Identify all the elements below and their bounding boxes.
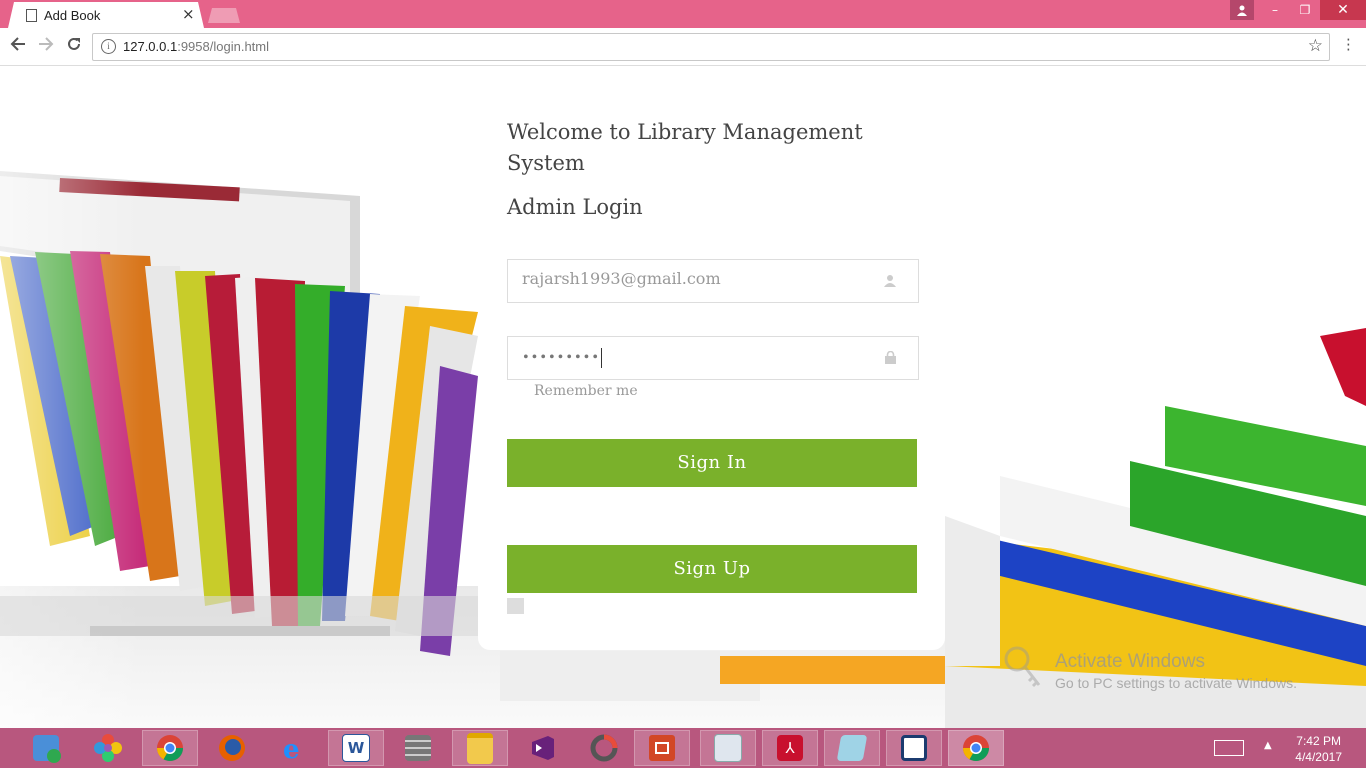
login-card: Welcome to Library Management System Adm… bbox=[478, 89, 945, 650]
browser-titlebar: Add Book × – ❐ ✕ bbox=[0, 0, 1366, 28]
key-icon bbox=[1004, 646, 1041, 688]
info-icon[interactable]: i bbox=[101, 39, 116, 54]
welcome-heading: Welcome to Library Management System bbox=[507, 120, 863, 175]
svg-text:e: e bbox=[283, 735, 300, 762]
browser-toolbar: i 127.0.0.1:9958/login.html ☆ · · · bbox=[0, 28, 1366, 66]
window-controls: – ❐ ✕ bbox=[1230, 0, 1366, 20]
system-clock[interactable]: 7:42 PM 4/4/2017 bbox=[1295, 733, 1342, 765]
powerpoint-icon[interactable] bbox=[634, 730, 690, 766]
close-button[interactable]: ✕ bbox=[1320, 0, 1366, 20]
clock-time: 7:42 PM bbox=[1296, 734, 1341, 748]
internet-explorer-icon[interactable]: e bbox=[266, 730, 322, 766]
url-host: 127.0.0.1 bbox=[123, 39, 178, 54]
chrome-active-icon[interactable] bbox=[948, 730, 1004, 766]
taskbar: e W ⅄ ▲ 7:42 PM 4/4/2017 bbox=[0, 728, 1366, 768]
password-value: ••••••••• bbox=[522, 348, 603, 368]
activate-title: Activate Windows bbox=[1055, 651, 1205, 672]
sign-in-button[interactable]: Sign In bbox=[507, 439, 917, 487]
url-text: 127.0.0.1:9958/login.html bbox=[123, 39, 269, 54]
remember-me-label[interactable]: Remember me bbox=[534, 383, 638, 399]
acrobat-icon[interactable]: ⅄ bbox=[762, 730, 818, 766]
recorder-icon[interactable] bbox=[576, 730, 632, 766]
tab-title: Add Book bbox=[44, 8, 101, 23]
visual-studio-icon[interactable] bbox=[514, 730, 570, 766]
clock-date: 4/4/2017 bbox=[1295, 750, 1342, 764]
keyboard-icon[interactable] bbox=[1214, 740, 1244, 756]
menu-dots-icon[interactable]: · · · bbox=[1346, 33, 1351, 58]
lock-icon bbox=[885, 350, 896, 368]
word-icon[interactable]: W bbox=[328, 730, 384, 766]
file-explorer-icon[interactable] bbox=[452, 730, 508, 766]
app-icon[interactable] bbox=[886, 730, 942, 766]
sign-up-button[interactable]: Sign Up bbox=[507, 545, 917, 593]
tab-close-icon[interactable]: × bbox=[182, 5, 195, 23]
media-player-icon[interactable] bbox=[18, 730, 74, 766]
admin-login-title: Admin Login bbox=[507, 195, 643, 219]
browser-tab[interactable]: Add Book × bbox=[8, 2, 204, 28]
activate-subtitle: Go to PC settings to activate Windows. bbox=[1055, 675, 1297, 691]
firewall-icon[interactable] bbox=[390, 730, 446, 766]
forward-arrow-icon[interactable] bbox=[38, 36, 54, 57]
page-icon bbox=[26, 9, 37, 22]
address-bar[interactable]: i 127.0.0.1:9958/login.html ☆ bbox=[92, 33, 1330, 61]
user-icon[interactable] bbox=[1230, 0, 1254, 20]
photos-icon[interactable] bbox=[80, 730, 136, 766]
password-field[interactable]: ••••••••• bbox=[507, 336, 919, 380]
password-dots: ••••••••• bbox=[522, 350, 601, 366]
activate-windows-watermark: Activate Windows Go to PC settings to ac… bbox=[1055, 651, 1297, 691]
notepad-icon[interactable] bbox=[824, 730, 880, 766]
small-checkbox[interactable] bbox=[507, 598, 524, 614]
email-value: rajarsh1993@gmail.com bbox=[522, 269, 721, 288]
minimize-button[interactable]: – bbox=[1260, 0, 1290, 20]
url-path: :9958/login.html bbox=[177, 39, 269, 54]
text-caret bbox=[601, 348, 603, 368]
user-icon bbox=[884, 274, 896, 291]
bookmark-star-icon[interactable]: ☆ bbox=[1308, 36, 1323, 56]
reload-icon[interactable] bbox=[66, 36, 82, 57]
calculator-icon[interactable] bbox=[700, 730, 756, 766]
new-tab-button[interactable] bbox=[208, 8, 240, 23]
tray-arrow-icon[interactable]: ▲ bbox=[1264, 740, 1272, 751]
page-background: Welcome to Library Management System Adm… bbox=[0, 66, 1366, 728]
firefox-icon[interactable] bbox=[204, 730, 260, 766]
back-arrow-icon[interactable] bbox=[10, 36, 26, 57]
chrome-icon[interactable] bbox=[142, 730, 198, 766]
email-field[interactable]: rajarsh1993@gmail.com bbox=[507, 259, 919, 303]
restore-button[interactable]: ❐ bbox=[1290, 0, 1320, 20]
